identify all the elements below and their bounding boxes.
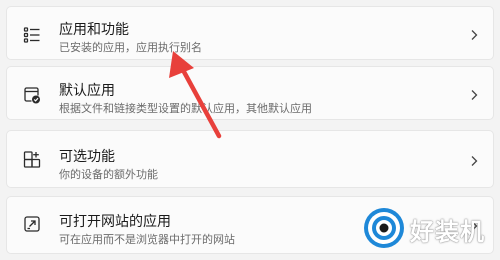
- chevron-right-icon: [467, 28, 481, 42]
- item-description: 可在应用而不是浏览器中打开的网站: [59, 233, 235, 246]
- item-description: 已安装的应用，应用执行别名: [59, 41, 202, 54]
- default-apps-item[interactable]: 默认应用 根据文件和链接类型设置的默认应用，其他默认应用: [6, 66, 494, 120]
- open-website-icon: [22, 214, 42, 234]
- default-apps-icon: [22, 85, 42, 105]
- chevron-right-icon: [467, 154, 481, 168]
- apps-and-features-item[interactable]: 应用和功能 已安装的应用，应用执行别名: [6, 6, 494, 60]
- item-description: 根据文件和链接类型设置的默认应用，其他默认应用: [59, 102, 312, 115]
- optional-features-item[interactable]: 可选功能 你的设备的额外功能: [6, 130, 494, 188]
- item-title: 应用和功能: [59, 22, 129, 38]
- apps-list-icon: [22, 25, 42, 45]
- item-title: 默认应用: [59, 83, 115, 99]
- watermark: 好装机: [360, 200, 500, 260]
- item-title: 可选功能: [59, 149, 115, 165]
- watermark-logo-icon: [364, 208, 404, 248]
- watermark-text: 好装机: [410, 218, 485, 246]
- item-title: 可打开网站的应用: [59, 214, 171, 230]
- optional-features-icon: [22, 150, 42, 170]
- item-description: 你的设备的额外功能: [59, 168, 158, 181]
- chevron-right-icon: [467, 88, 481, 102]
